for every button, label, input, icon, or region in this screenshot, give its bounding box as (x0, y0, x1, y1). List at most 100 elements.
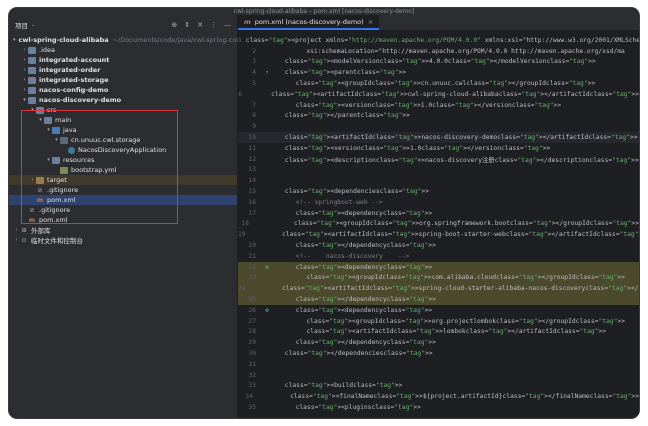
chevron-right-icon[interactable]: › (21, 67, 28, 73)
tree-item[interactable]: ▾ src (9, 105, 237, 115)
tree-item[interactable]: NacosDiscoveryApplication (9, 145, 237, 155)
code-line[interactable]: 30 class="tag"></dependenciesclass="tag">… (238, 348, 639, 359)
tree-item[interactable]: bootstrap.yml (9, 165, 237, 175)
tree-item[interactable]: m pom.xml (9, 215, 237, 225)
code-line[interactable]: 9 (238, 121, 639, 132)
code-line[interactable]: 14 (238, 175, 639, 186)
collapse-all-icon[interactable]: ✕ (197, 21, 203, 29)
code-line[interactable]: 5 class="tag"><groupIdclass="tag">>cn.unu… (238, 78, 639, 89)
code-line[interactable]: 29 class="tag"></dependencyclass="tag">> (238, 337, 639, 348)
folder-icon (28, 46, 36, 54)
code-line[interactable]: 11 class="tag"><versionclass="tag">>1.0cl… (238, 143, 639, 154)
code-line[interactable]: 22 ⊕ class="tag"><dependencyclass="tag">> (238, 261, 639, 273)
code-line[interactable]: 34 class="tag"><finalNameclass="tag">>${p… (238, 391, 639, 402)
line-number: 20 (248, 242, 256, 250)
line-number: 27 (248, 317, 256, 325)
line-number: 29 (248, 339, 256, 347)
code-line[interactable]: 12 class="tag"><descriptionclass="tag">>n… (238, 154, 639, 165)
tree-item[interactable]: ⊘ .gitignore (9, 185, 237, 195)
code-line[interactable]: 24 class="tag"><artifactIdclass="tag">>sp… (238, 283, 639, 295)
code-line[interactable]: 21 <!-- nacos-discovery --> (238, 251, 639, 262)
code-line[interactable]: 17 class="tag"><dependencyclass="tag">> (238, 208, 639, 219)
tree-item[interactable]: m pom.xml (9, 195, 237, 205)
module-folder-icon (28, 86, 36, 94)
chevron-down-icon[interactable]: ▾ (53, 137, 60, 143)
code-line[interactable]: 15 class="tag"><dependenciesclass="tag">> (238, 186, 639, 197)
tree-item[interactable]: › integrated-storage (9, 75, 237, 85)
code-line[interactable]: 27 class="tag"><groupIdclass="tag">>org.p… (238, 316, 639, 327)
code-text: class="tag"><artifactIdclass="tag">>spri… (281, 285, 639, 293)
chevron-right-icon[interactable]: › (29, 177, 36, 183)
chevron-right-icon[interactable]: › (13, 237, 20, 243)
code-line[interactable]: 8 class="tag"></parentclass="tag">> (238, 111, 639, 122)
tree-item[interactable]: ▾ nacos-discovery-demo (9, 95, 237, 105)
code-line[interactable]: 7 class="tag"><versionclass="tag">>1.0cla… (238, 100, 639, 111)
line-number: 21 (248, 252, 256, 260)
tree-item[interactable]: ▾ cwl-spring-cloud-alibaba ~/Documents/cod… (9, 35, 241, 45)
code-line[interactable]: 3 class="tag"><modelVersionclass="tag">>4… (238, 57, 639, 68)
options-icon[interactable]: ⋮ (210, 21, 217, 29)
tree-item[interactable]: ▾ java (9, 125, 237, 135)
code-line[interactable]: 6 class="tag"><artifactIdclass="tag">>cwl… (238, 89, 639, 100)
code-text: class="tag"><buildclass="tag">> (284, 382, 403, 390)
code-line[interactable]: 28 class="tag"><artifactIdclass="tag">>lo… (238, 327, 639, 338)
code-line[interactable]: 35 class="tag"><pluginsclass="tag">> (238, 402, 639, 413)
code-line[interactable]: 10 class="tag"><artifactIdclass="tag">>na… (238, 132, 639, 143)
code-line[interactable]: 25 class="tag"></dependencyclass="tag">> (238, 294, 639, 305)
chevron-right-icon[interactable]: › (13, 227, 20, 233)
project-view-selector[interactable]: 项目 ⌄ (15, 20, 171, 30)
code-area[interactable]: 1 class="tag"><project xmlns="http://mave… (238, 35, 639, 413)
tree-item[interactable]: › integrated-order (9, 65, 237, 75)
close-icon[interactable]: × (368, 18, 373, 26)
chevron-right-icon[interactable]: › (21, 87, 28, 93)
code-text: class="tag"><pluginsclass="tag">> (295, 403, 421, 411)
window-title: cwl-spring-cloud-alibaba – pom.xml [naco… (9, 8, 639, 15)
chevron-down-icon[interactable]: ▾ (37, 117, 44, 123)
code-line[interactable]: 33 class="tag"><buildclass="tag">> (238, 381, 639, 392)
code-line[interactable]: 23 class="tag"><groupIdclass="tag">>com.a… (238, 272, 639, 284)
hide-panel-icon[interactable]: — (224, 21, 231, 29)
code-line[interactable]: 20 class="tag"></dependencyclass="tag">> (238, 240, 639, 251)
code-line[interactable]: 26 ⊕ class="tag"><dependencyclass="tag">> (238, 305, 639, 316)
code-line[interactable]: 1 class="tag"><project xmlns="http://mave… (238, 35, 639, 46)
gutter-marker-icon[interactable]: ⊕ (260, 264, 274, 271)
code-line[interactable]: 18 class="tag"><groupIdclass="tag">>org.s… (238, 219, 639, 230)
gutter-marker-icon[interactable]: ⊕ (260, 307, 274, 314)
gutter-marker-icon[interactable]: ↑ (260, 69, 274, 76)
tree-item[interactable]: › nacos-config-demo (9, 85, 237, 95)
tree-item[interactable]: ▾ cn.unuuc.cwl.storage (9, 135, 237, 145)
code-line[interactable]: 4 ↑ class="tag"><parentclass="tag">> (238, 67, 639, 78)
chevron-down-icon: ⌄ (31, 22, 36, 28)
tree-item-label: src (47, 106, 57, 114)
tree-item[interactable]: › ⊞ 外部库 (9, 225, 237, 236)
chevron-right-icon[interactable]: › (21, 77, 28, 83)
code-text: class="tag"><artifactIdclass="tag">>spri… (281, 231, 639, 239)
chevron-right-icon[interactable]: › (21, 57, 28, 63)
code-line[interactable]: 13 (238, 165, 639, 176)
chevron-down-icon[interactable]: ▾ (13, 37, 16, 43)
tree-item[interactable]: ▾ main (9, 115, 237, 125)
tab-pom-xml[interactable]: m pom.xml (nacos-discovery-demo) × (238, 15, 380, 30)
tree-item[interactable]: › target (9, 175, 237, 185)
chevron-right-icon[interactable]: › (21, 47, 28, 53)
chevron-down-icon[interactable]: ▾ (45, 127, 52, 133)
chevron-down-icon[interactable]: ▾ (45, 157, 52, 163)
code-line[interactable]: 32 (238, 370, 639, 381)
tree-item[interactable]: ▾ resources (9, 155, 237, 165)
tree-item[interactable]: › ⊙ 临时文件和控制台 (9, 235, 237, 246)
tree-item-label: cwl-spring-cloud-alibaba (18, 36, 109, 44)
chevron-down-icon[interactable]: ▾ (29, 107, 36, 113)
code-line[interactable]: 31 (238, 359, 639, 370)
line-number: 34 (245, 393, 253, 401)
tree-item[interactable]: ⊘ .gitignore (9, 205, 237, 215)
tree-item[interactable]: › .idea (9, 45, 237, 55)
module-folder-icon (28, 76, 36, 84)
code-line[interactable]: 2 xsi:schemaLocation="http://maven.apache… (238, 46, 639, 57)
code-line[interactable]: 19 class="tag"><artifactIdclass="tag">>sp… (238, 229, 639, 240)
locate-icon[interactable]: ⊕ (171, 21, 177, 29)
code-line[interactable]: 16 <!-- springboot-web --> (238, 197, 639, 208)
maven-icon: m (244, 17, 251, 26)
tree-item[interactable]: › integrated-account (9, 55, 237, 65)
expand-collapse-icon[interactable]: ⇕ (184, 21, 190, 29)
chevron-down-icon[interactable]: ▾ (21, 97, 28, 103)
